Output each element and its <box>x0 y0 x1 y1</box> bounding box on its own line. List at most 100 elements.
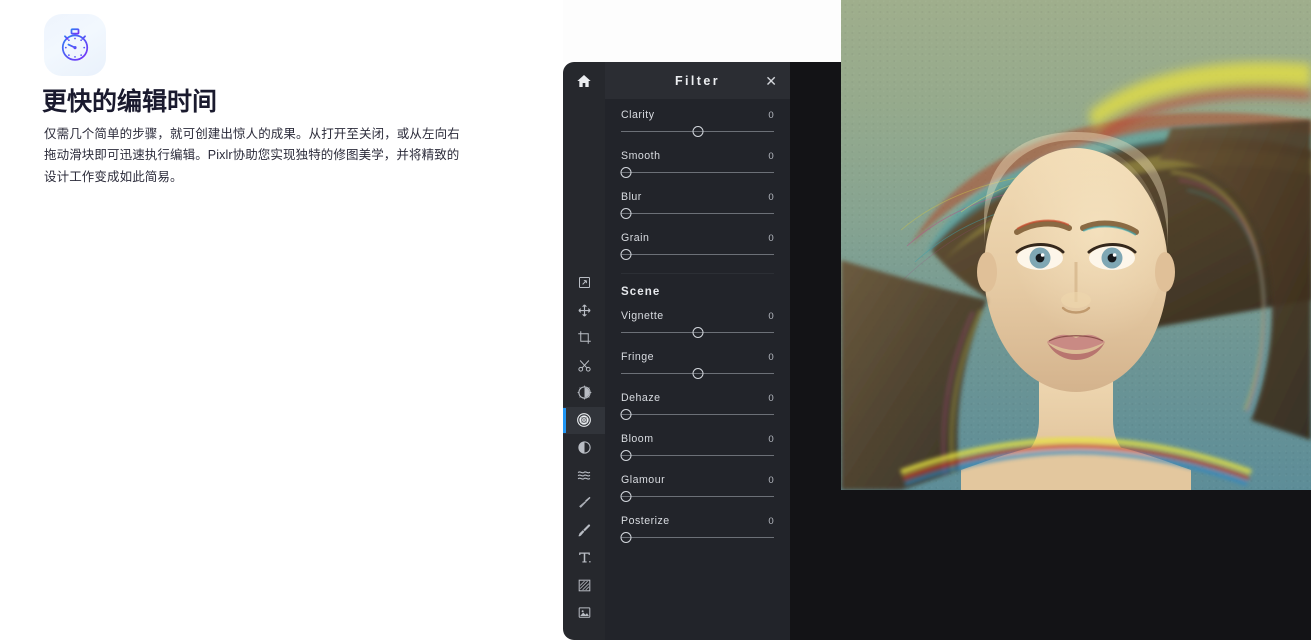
slider-thumb[interactable] <box>692 327 703 338</box>
paint-tool[interactable] <box>563 517 605 545</box>
slider-thumb[interactable] <box>620 491 632 502</box>
slider-thumb[interactable] <box>692 126 703 137</box>
filter-control-row: Posterize 0 <box>621 515 774 527</box>
filter-control: Smooth 0 <box>620 140 774 181</box>
contrast-circle-icon <box>577 385 591 400</box>
filter-control: Clarity 0 <box>621 99 774 140</box>
liquify-tool[interactable] <box>563 462 605 490</box>
retouch-tool[interactable] <box>563 489 605 517</box>
half-fill-circle-icon <box>577 441 591 454</box>
filter-slider[interactable] <box>620 165 774 181</box>
move-tool[interactable] <box>563 297 605 325</box>
editor-toolbar[interactable] <box>563 62 605 640</box>
stopwatch-icon <box>44 14 106 76</box>
filter-control-value: 0 <box>768 311 774 322</box>
filter-control-row: Fringe 0 <box>621 351 774 363</box>
move-icon <box>577 304 591 317</box>
photo-canvas[interactable] <box>841 0 1311 490</box>
slider-track <box>621 537 774 538</box>
pixlr-editor: Filter ✕ Clarity 0 Smooth 0 Blur 0 Grain 0 Scene… <box>563 0 1311 640</box>
toolbar-bottom-gap <box>563 627 605 636</box>
filter-control-label: Posterize <box>621 515 670 527</box>
home-icon <box>577 74 591 87</box>
arrange-icon <box>578 277 590 289</box>
filter-control-label: Bloom <box>621 433 654 445</box>
section-divider <box>621 273 774 274</box>
filter-control-label: Grain <box>621 232 650 244</box>
slider-thumb[interactable] <box>620 249 632 260</box>
filter-control-value: 0 <box>768 516 774 527</box>
filter-control: Grain 0 <box>620 222 774 263</box>
image-icon <box>578 607 590 618</box>
filter-control: Fringe 0 <box>621 341 774 382</box>
dodge-burn-tool[interactable] <box>563 434 605 462</box>
slider-track <box>621 455 774 456</box>
filter-control-value: 0 <box>768 434 774 445</box>
filter-control-label: Clarity <box>621 109 655 121</box>
filter-control-row: Smooth 0 <box>621 150 774 162</box>
filter-control-label: Smooth <box>621 150 661 162</box>
filter-slider[interactable] <box>620 247 774 263</box>
filter-panel: Filter ✕ Clarity 0 Smooth 0 Blur 0 Grain 0 Scene… <box>605 62 790 640</box>
slider-track <box>621 414 774 415</box>
filter-slider[interactable] <box>621 366 774 382</box>
editor-top-strip <box>563 0 841 62</box>
crop-icon <box>577 331 591 344</box>
filter-control-row: Clarity 0 <box>621 109 774 121</box>
promo-description: 仅需几个简单的步骤，就可创建出惊人的成果。从打开至关闭，或从左向右拖动滑块即可迅… <box>44 126 460 184</box>
filter-slider[interactable] <box>620 407 774 423</box>
filter-slider[interactable] <box>621 124 774 140</box>
home-button[interactable] <box>563 62 605 99</box>
promo-block: 更快的编辑时间 仅需几个简单的步骤，就可创建出惊人的成果。从打开至关闭，或从左向… <box>42 14 474 188</box>
retouch-icon <box>578 497 590 509</box>
filter-slider[interactable] <box>620 206 774 222</box>
slider-thumb[interactable] <box>692 368 703 379</box>
filter-slider[interactable] <box>620 489 774 505</box>
crop-tool[interactable] <box>563 324 605 352</box>
slider-thumb[interactable] <box>620 450 632 461</box>
filter-control-label: Vignette <box>621 310 664 322</box>
filter-control-value: 0 <box>768 151 774 162</box>
slider-thumb[interactable] <box>620 167 632 178</box>
pattern-tool[interactable] <box>563 572 605 600</box>
slider-track <box>621 496 774 497</box>
cutout-tool[interactable] <box>563 352 605 380</box>
filter-control-value: 0 <box>768 393 774 404</box>
promo-title: 更快的编辑时间 <box>42 88 218 116</box>
slider-track <box>621 172 774 173</box>
filter-control-value: 0 <box>768 475 774 486</box>
pattern-icon <box>578 579 590 592</box>
slider-thumb[interactable] <box>620 208 632 219</box>
filter-slider[interactable] <box>620 448 774 464</box>
slider-track <box>621 254 774 255</box>
filter-control: Posterize 0 <box>620 505 774 546</box>
text-tool[interactable] <box>563 544 605 572</box>
adjust-tool[interactable] <box>563 379 605 407</box>
filter-control-row: Bloom 0 <box>621 433 774 445</box>
panel-title: Filter <box>675 73 720 88</box>
arrange-tool[interactable] <box>563 269 605 297</box>
image-tool[interactable] <box>563 599 605 627</box>
scissors-icon <box>577 359 591 372</box>
filter-control-value: 0 <box>768 233 774 244</box>
filter-panel-body: Clarity 0 Smooth 0 Blur 0 Grain 0 Scene Vignette 0… <box>605 99 790 640</box>
slider-thumb[interactable] <box>620 532 632 543</box>
filter-control-value: 0 <box>768 192 774 203</box>
filter-control-value: 0 <box>768 110 774 121</box>
text-t-icon <box>578 552 591 563</box>
filter-dots-icon <box>577 413 591 428</box>
slider-thumb[interactable] <box>620 409 632 420</box>
filter-control-row: Glamour 0 <box>621 474 774 486</box>
waves-icon <box>577 471 591 480</box>
filter-control: Bloom 0 <box>620 423 774 464</box>
filter-control: Glamour 0 <box>620 464 774 505</box>
filter-control-row: Vignette 0 <box>621 310 774 322</box>
filter-slider[interactable] <box>620 530 774 546</box>
filter-tool[interactable] <box>563 406 605 434</box>
close-icon[interactable]: ✕ <box>765 74 777 88</box>
filter-control-row: Blur 0 <box>621 191 774 203</box>
filter-control-label: Glamour <box>621 474 666 486</box>
filter-slider[interactable] <box>621 325 774 341</box>
filter-control: Dehaze 0 <box>620 382 774 423</box>
brush-icon <box>577 524 590 537</box>
